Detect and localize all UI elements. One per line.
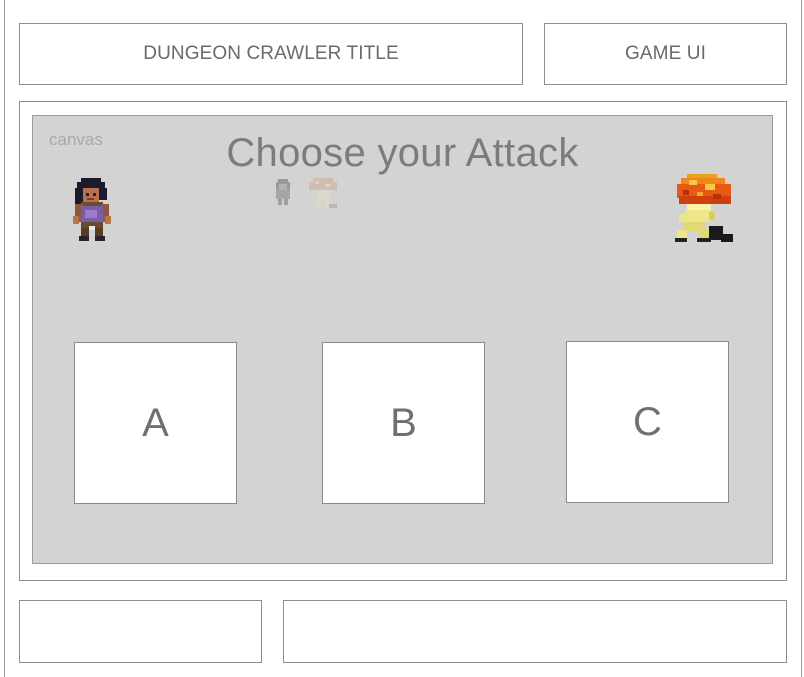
footer-right-panel — [283, 600, 787, 663]
mushroom-monster-sprite-icon — [675, 174, 733, 242]
game-canvas[interactable]: canvas Choose your Attack A B C — [32, 115, 773, 564]
game-ui-label: GAME UI — [625, 43, 706, 64]
footer-right-label — [284, 601, 786, 662]
attack-option-a[interactable]: A — [74, 342, 237, 504]
game-ui-panel: GAME UI — [544, 23, 787, 85]
attack-option-b[interactable]: B — [322, 342, 485, 504]
frame-left-edge — [4, 0, 5, 677]
attack-prompt: Choose your Attack — [226, 131, 579, 175]
attack-option-c[interactable]: C — [566, 341, 729, 503]
hero-sprite-icon — [73, 178, 111, 241]
game-title: DUNGEON CRAWLER TITLE — [143, 43, 399, 64]
faded-mushroom-sprite-icon — [309, 178, 337, 208]
footer-left-panel — [19, 600, 262, 663]
title-panel: DUNGEON CRAWLER TITLE — [19, 23, 523, 85]
frame-right-edge — [801, 0, 802, 677]
footer-left-label — [20, 601, 261, 662]
faded-hero-sprite-icon — [276, 179, 290, 205]
